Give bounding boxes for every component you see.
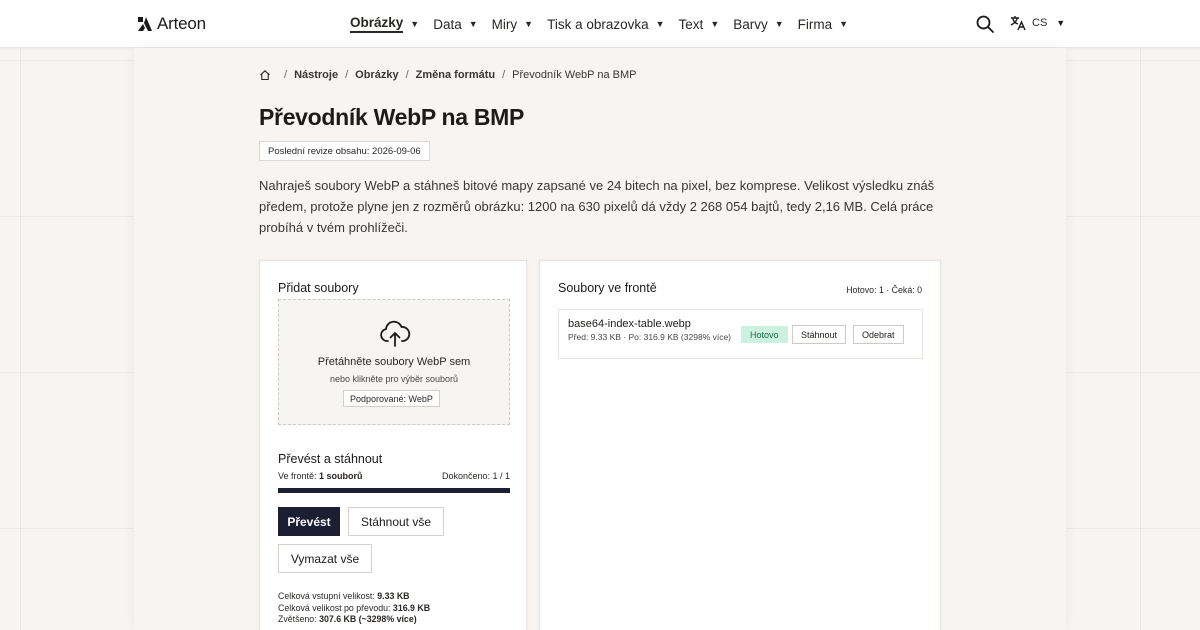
queue-card: Soubory ve frontě Hotovo: 1 · Čeká: 0 ba… xyxy=(539,260,941,630)
stat-label: Celková vstupní velikost: xyxy=(278,591,378,601)
nav-label: Barvy xyxy=(733,16,768,32)
nav-item-firma[interactable]: Firma ▼ xyxy=(798,17,848,32)
caret-down-icon: ▼ xyxy=(524,19,534,29)
queue-label: Ve frontě: xyxy=(278,471,317,481)
download-all-button[interactable]: Stáhnout vše xyxy=(348,507,444,536)
translate-icon xyxy=(1010,16,1026,31)
stat-label: Celková velikost po převodu: xyxy=(278,602,393,613)
done-count: Dokončeno: 1 / 1 xyxy=(441,471,510,481)
queue-count: 1 souborů xyxy=(319,471,363,481)
top-navbar: Arteon Obrázky ▼ Data ▼ Miry ▼ Tisk a ob… xyxy=(0,0,1200,48)
progress-fill xyxy=(278,488,510,493)
queue-title: Soubory ve frontě xyxy=(558,281,657,295)
dropzone-title: Přetáhněte soubory WebP sem xyxy=(317,356,471,368)
breadcrumb-item[interactable]: Obrázky xyxy=(355,69,398,81)
caret-down-icon: ▼ xyxy=(655,19,665,29)
nav-label: Firma xyxy=(797,16,833,32)
caret-down-icon: ▼ xyxy=(774,19,784,29)
nav-label: Obrázky xyxy=(350,15,404,33)
breadcrumb-separator: / xyxy=(284,69,288,81)
main-content: / Nástroje / Obrázky / Změna formátu / P… xyxy=(134,48,1066,630)
nav-item-barvy[interactable]: Barvy ▼ xyxy=(733,17,783,32)
supported-formats-badge: Podporované: WebP xyxy=(343,390,440,407)
file-dropzone[interactable]: Přetáhněte soubory WebP sem nebo kliknět… xyxy=(278,299,510,425)
stat-label: Zvětšeno: xyxy=(278,614,320,624)
stat-output-size: Celková velikost po převodu: 316.9 KB xyxy=(278,603,430,615)
revision-badge: Poslední revize obsahu: 2026-09-06 xyxy=(259,141,430,161)
breadcrumb-separator: / xyxy=(502,69,506,81)
caret-down-icon: ▼ xyxy=(410,19,420,29)
home-icon[interactable] xyxy=(259,69,271,81)
breadcrumb-current: Převodník WebP na BMP xyxy=(512,69,637,81)
file-row: base64-index-table.webp Před: 9.33 KB · … xyxy=(558,309,923,359)
language-code: CS xyxy=(1032,17,1048,29)
queue-status: Hotovo: 1 · Čeká: 0 xyxy=(846,285,922,295)
stat-value: 316.9 KB xyxy=(392,602,431,613)
progress-bar xyxy=(278,488,510,493)
convert-title: Převést a stáhnout xyxy=(278,452,383,466)
upload-cloud-icon xyxy=(380,320,411,347)
search-icon[interactable] xyxy=(975,14,995,34)
nav-label: Data xyxy=(433,16,462,32)
breadcrumb-item[interactable]: Nástroje xyxy=(294,69,338,81)
file-name: base64-index-table.webp xyxy=(568,318,691,330)
language-selector[interactable]: CS ▼ xyxy=(1009,14,1065,32)
nav-item-text[interactable]: Text ▼ xyxy=(679,17,720,32)
upload-title: Přidat soubory xyxy=(278,281,359,295)
status-badge: Hotovo xyxy=(741,326,788,343)
caret-down-icon: ▼ xyxy=(710,19,720,29)
logo[interactable]: Arteon xyxy=(137,14,206,34)
caret-down-icon: ▼ xyxy=(468,19,478,29)
page-title: Převodník WebP na BMP xyxy=(259,104,525,130)
remove-button[interactable]: Odebrat xyxy=(853,325,904,344)
nav-label: Tisk a obrazovka xyxy=(547,16,649,32)
queue-summary: Ve frontě: 1 souborů Dokončeno: 1 / 1 xyxy=(278,471,510,481)
breadcrumb: / Nástroje / Obrázky / Změna formátu / P… xyxy=(259,69,637,81)
nav-label: Miry xyxy=(491,16,518,32)
main-nav: Obrázky ▼ Data ▼ Miry ▼ Tisk a obrazovka… xyxy=(350,0,862,48)
breadcrumb-separator: / xyxy=(345,69,349,81)
caret-down-icon: ▼ xyxy=(1056,18,1066,28)
logo-icon xyxy=(138,17,152,31)
breadcrumb-separator: / xyxy=(405,69,409,81)
stat-value: 307.6 KB (~3298% více) xyxy=(319,614,417,624)
breadcrumb-item[interactable]: Změna formátu xyxy=(416,69,495,81)
stat-increase: Zvětšeno: 307.6 KB (~3298% více) xyxy=(278,614,430,626)
caret-down-icon: ▼ xyxy=(839,19,849,29)
intro-text: Nahraješ soubory WebP a stáhneš bitové m… xyxy=(259,178,935,235)
convert-button[interactable]: Převést xyxy=(278,507,340,536)
nav-item-obrazky[interactable]: Obrázky ▼ xyxy=(350,15,419,33)
nav-label: Text xyxy=(678,16,704,32)
dropzone-subtitle: nebo klikněte pro výběr souborů xyxy=(329,374,459,384)
nav-item-data[interactable]: Data ▼ xyxy=(433,17,477,32)
clear-all-button[interactable]: Vymazat vše xyxy=(278,544,372,573)
stat-value: 9.33 KB xyxy=(377,591,410,601)
file-meta: Před: 9.33 KB · Po: 316.9 KB (3298% více… xyxy=(568,332,732,342)
nav-item-tisk[interactable]: Tisk a obrazovka ▼ xyxy=(547,17,664,32)
download-button[interactable]: Stáhnout xyxy=(792,325,847,344)
nav-item-miry[interactable]: Miry ▼ xyxy=(492,17,533,32)
size-stats: Celková vstupní velikost: 9.33 KB Celkov… xyxy=(278,591,430,626)
stat-input-size: Celková vstupní velikost: 9.33 KB xyxy=(278,591,430,603)
logo-text: Arteon xyxy=(157,14,206,33)
upload-card: Přidat soubory Přetáhněte soubory WebP s… xyxy=(259,260,527,630)
